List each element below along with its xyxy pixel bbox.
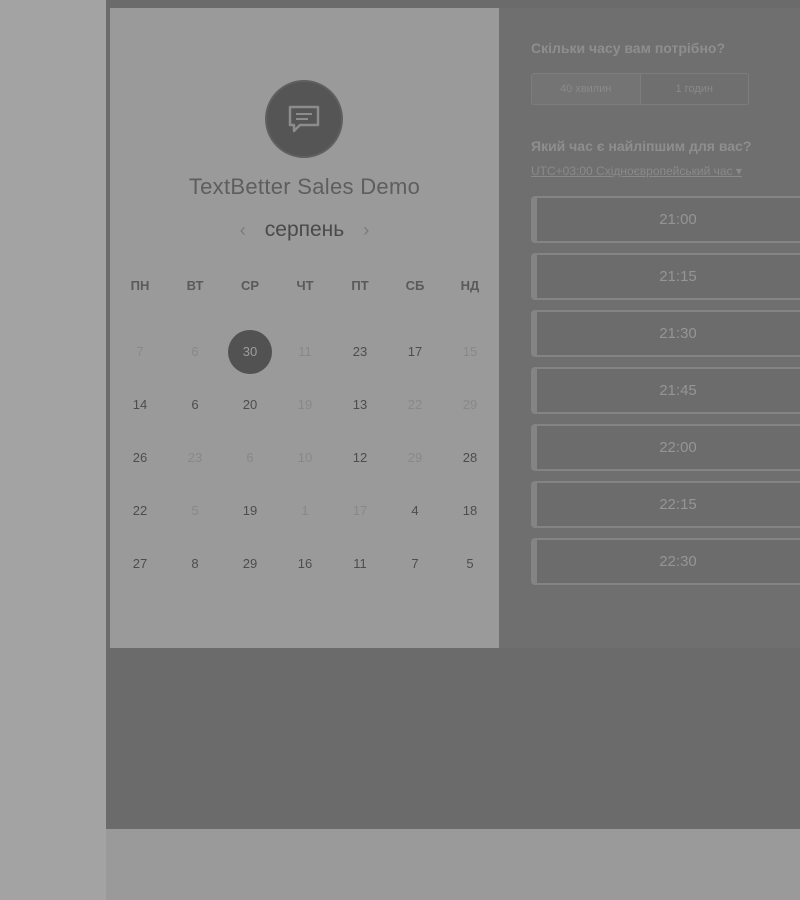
calendar-day: 6 — [191, 344, 199, 359]
calendar-day[interactable]: 5 — [448, 542, 492, 586]
time-slot-button[interactable]: 21:30 — [531, 310, 800, 357]
time-selection-panel: Скільки часу вам потрібно? 40 хвилин 1 г… — [499, 8, 800, 648]
calendar-day: 15 — [462, 344, 478, 359]
event-avatar — [265, 80, 343, 158]
time-slot-button[interactable]: 22:30 — [531, 538, 800, 585]
calendar-day: 7 — [136, 344, 144, 359]
calendar-day[interactable]: 12 — [338, 436, 382, 480]
calendar-day[interactable]: 28 — [448, 436, 492, 480]
weekday-label: ПТ — [351, 278, 369, 293]
weekday-label: ВТ — [186, 278, 204, 293]
time-slot-button[interactable]: 21:45 — [531, 367, 800, 414]
calendar-day[interactable]: 4 — [393, 489, 437, 533]
calendar-day: 5 — [191, 503, 199, 518]
duration-option-1h[interactable]: 1 годин — [641, 74, 749, 104]
calendar-day[interactable]: 16 — [283, 542, 327, 586]
calendar-day[interactable]: 20 — [228, 383, 272, 427]
calendar-day: 22 — [407, 397, 423, 412]
chevron-right-icon[interactable]: › — [360, 220, 372, 241]
calendar-day[interactable]: 26 — [118, 436, 162, 480]
calendar-day[interactable]: 8 — [173, 542, 217, 586]
calendar-day[interactable]: 13 — [338, 383, 382, 427]
calendar-day[interactable]: 14 — [118, 383, 162, 427]
calendar-day: 23 — [187, 450, 203, 465]
duration-selector: 40 хвилин 1 годин — [531, 73, 749, 105]
time-slot-button[interactable]: 22:15 — [531, 481, 800, 528]
weekday-label: НД — [460, 278, 480, 293]
calendar-day: 29 — [407, 450, 423, 465]
month-navigation: ‹ серпень › — [110, 218, 499, 242]
month-label: серпень — [264, 218, 345, 241]
weekday-label: ПН — [130, 278, 150, 293]
calendar-day[interactable]: 6 — [173, 383, 217, 427]
event-title: TextBetter Sales Demo — [188, 174, 421, 199]
page-background-left — [0, 0, 106, 900]
selected-day[interactable]: 30 — [228, 330, 272, 374]
calendar-day: 17 — [352, 503, 368, 518]
duration-question: Скільки часу вам потрібно? — [531, 40, 726, 56]
calendar-day: 29 — [462, 397, 478, 412]
calendar-day: 1 — [301, 503, 309, 518]
time-slot-button[interactable]: 21:00 — [531, 196, 800, 243]
timezone-selector[interactable]: UTC+03:00 Східноєвропейський час ▾ — [531, 164, 742, 178]
calendar-day: 6 — [246, 450, 254, 465]
calendar-day: 10 — [297, 450, 313, 465]
weekday-label: СР — [240, 278, 260, 293]
time-slot-button[interactable]: 22:00 — [531, 424, 800, 471]
calendar-day[interactable]: 29 — [228, 542, 272, 586]
chat-bubble-icon — [288, 105, 320, 133]
calendar-day[interactable]: 7 — [393, 542, 437, 586]
weekday-label: ЧТ — [296, 278, 314, 293]
page-background-bottom — [106, 829, 800, 900]
calendar-day[interactable]: 17 — [393, 330, 437, 374]
calendar-day: 19 — [297, 397, 313, 412]
calendar-day[interactable]: 18 — [448, 489, 492, 533]
event-calendar-panel: TextBetter Sales Demo ‹ серпень › ПН ВТ СР… — [110, 8, 499, 648]
calendar-day[interactable]: 27 — [118, 542, 162, 586]
time-slot-button[interactable]: 21:15 — [531, 253, 800, 300]
calendar-day: 11 — [298, 344, 312, 359]
calendar-day[interactable]: 23 — [338, 330, 382, 374]
calendar-day[interactable]: 22 — [118, 489, 162, 533]
calendar-day[interactable]: 11 — [338, 542, 382, 586]
time-question: Який час є найліпшим для вас? — [531, 138, 752, 154]
calendar-day[interactable]: 19 — [228, 489, 272, 533]
weekday-label: СБ — [405, 278, 425, 293]
chevron-left-icon[interactable]: ‹ — [237, 220, 249, 241]
duration-option-40min[interactable]: 40 хвилин — [532, 74, 641, 104]
